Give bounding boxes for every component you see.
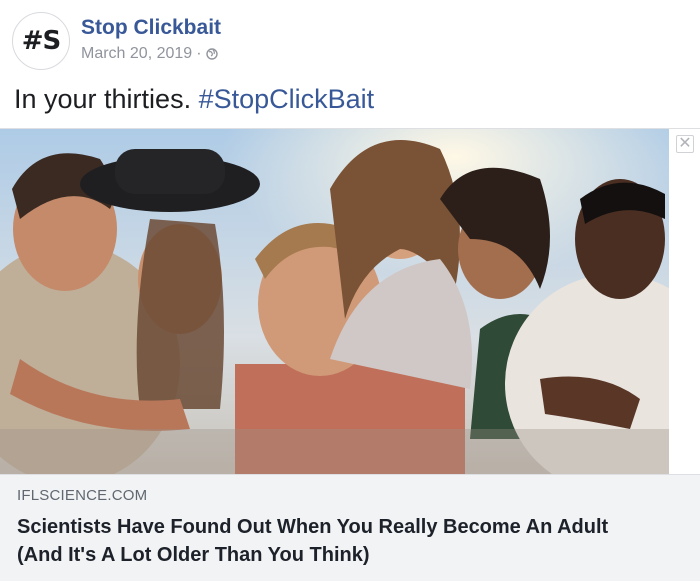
post-meta: March 20, 2019 · bbox=[81, 45, 218, 63]
post-header: #S Stop Clickbait March 20, 2019 · bbox=[12, 12, 692, 72]
page-name-link[interactable]: Stop Clickbait bbox=[81, 16, 221, 40]
page-avatar[interactable]: #S bbox=[12, 12, 70, 70]
link-preview-card[interactable]: ✕ IFLSCIENCE.COM Scientists Have Found O… bbox=[0, 128, 700, 581]
headline-line-1: Scientists Have Found Out When You Reall… bbox=[17, 516, 609, 538]
group-photo bbox=[0, 129, 669, 474]
link-preview-image[interactable] bbox=[0, 129, 669, 474]
post-date-link[interactable]: March 20, 2019 bbox=[81, 45, 192, 63]
link-domain: IFLSCIENCE.COM bbox=[17, 487, 148, 504]
meta-separator: · bbox=[196, 45, 202, 62]
caption-text: In your thirties. bbox=[14, 84, 192, 114]
link-headline[interactable]: Scientists Have Found Out When You Reall… bbox=[17, 513, 677, 569]
facebook-post: #S Stop Clickbait March 20, 2019 · In yo… bbox=[0, 0, 700, 581]
post-caption: In your thirties. #StopClickBait bbox=[14, 84, 374, 115]
hashtag-link[interactable]: #StopClickBait bbox=[199, 84, 375, 114]
avatar-logo-text: #S bbox=[21, 26, 62, 56]
headline-line-2: (And It's A Lot Older Than You Think) bbox=[17, 544, 370, 566]
close-icon[interactable]: ✕ bbox=[676, 135, 694, 153]
link-preview-text[interactable]: IFLSCIENCE.COM Scientists Have Found Out… bbox=[0, 474, 700, 581]
globe-icon[interactable] bbox=[205, 48, 218, 60]
